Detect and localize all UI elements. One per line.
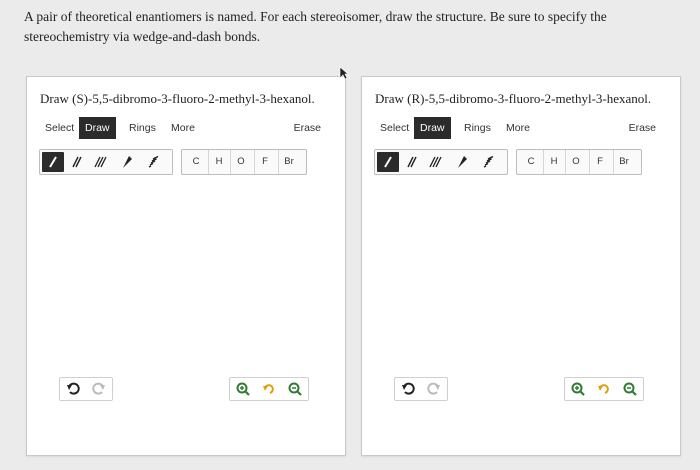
tab-rings[interactable]: Rings [458,117,497,139]
history-controls [59,377,113,401]
single-bond-icon[interactable] [42,152,64,172]
atom-br[interactable]: Br [613,150,634,174]
atom-o[interactable]: O [230,150,251,174]
atom-c[interactable]: C [186,150,206,174]
drawing-canvas[interactable] [39,181,333,367]
double-bond-icon[interactable] [401,152,423,172]
zoom-in-icon[interactable] [565,378,591,400]
atom-f[interactable]: F [254,150,275,174]
zoom-in-icon[interactable] [230,378,256,400]
panel-title: Draw (S)-5,5-dibromo-3-fluoro-2-methyl-3… [40,91,315,106]
draw-tools: C H O F Br [374,149,670,175]
panel-title: Draw (R)-5,5-dibromo-3-fluoro-2-methyl-3… [375,91,652,106]
bond-tool-group [374,149,508,175]
redo-icon[interactable] [421,378,447,400]
canvas-controls [39,377,333,401]
atom-h[interactable]: H [543,150,564,174]
tab-select[interactable]: Select [374,117,415,139]
atom-tool-group: C H O F Br [516,149,642,175]
draw-tools: C H O F Br [39,149,335,175]
atom-br[interactable]: Br [278,150,299,174]
wedge-bond-icon[interactable] [116,152,138,172]
redo-icon[interactable] [86,378,112,400]
dash-bond-icon[interactable] [477,152,499,172]
atom-h[interactable]: H [208,150,229,174]
zoom-reset-icon[interactable] [256,378,282,400]
mouse-cursor-icon [339,66,349,85]
erase-button[interactable]: Erase [629,117,656,139]
triple-bond-icon[interactable] [90,152,112,172]
zoom-out-icon[interactable] [282,378,308,400]
mode-toolbar: Select Draw Rings More Erase [374,117,670,139]
tab-rings[interactable]: Rings [123,117,162,139]
question-text: A pair of theoretical enantiomers is nam… [24,9,607,44]
tab-draw[interactable]: Draw [79,117,116,139]
undo-icon[interactable] [60,378,86,400]
history-controls [394,377,448,401]
atom-c[interactable]: C [521,150,541,174]
zoom-controls [229,377,309,401]
tab-more[interactable]: More [500,117,536,139]
tab-select[interactable]: Select [39,117,80,139]
tab-draw[interactable]: Draw [414,117,451,139]
atom-tool-group: C H O F Br [181,149,307,175]
zoom-controls [564,377,644,401]
undo-icon[interactable] [395,378,421,400]
erase-button[interactable]: Erase [294,117,321,139]
drawing-panel-r: Draw (R)-5,5-dibromo-3-fluoro-2-methyl-3… [361,76,681,456]
double-bond-icon[interactable] [66,152,88,172]
mode-toolbar: Select Draw Rings More Erase [39,117,335,139]
wedge-bond-icon[interactable] [451,152,473,172]
drawing-panel-s: Draw (S)-5,5-dibromo-3-fluoro-2-methyl-3… [26,76,346,456]
zoom-out-icon[interactable] [617,378,643,400]
dash-bond-icon[interactable] [142,152,164,172]
atom-o[interactable]: O [565,150,586,174]
triple-bond-icon[interactable] [425,152,447,172]
canvas-controls [374,377,668,401]
drawing-canvas[interactable] [374,181,668,367]
tab-more[interactable]: More [165,117,201,139]
single-bond-icon[interactable] [377,152,399,172]
zoom-reset-icon[interactable] [591,378,617,400]
atom-f[interactable]: F [589,150,610,174]
bond-tool-group [39,149,173,175]
